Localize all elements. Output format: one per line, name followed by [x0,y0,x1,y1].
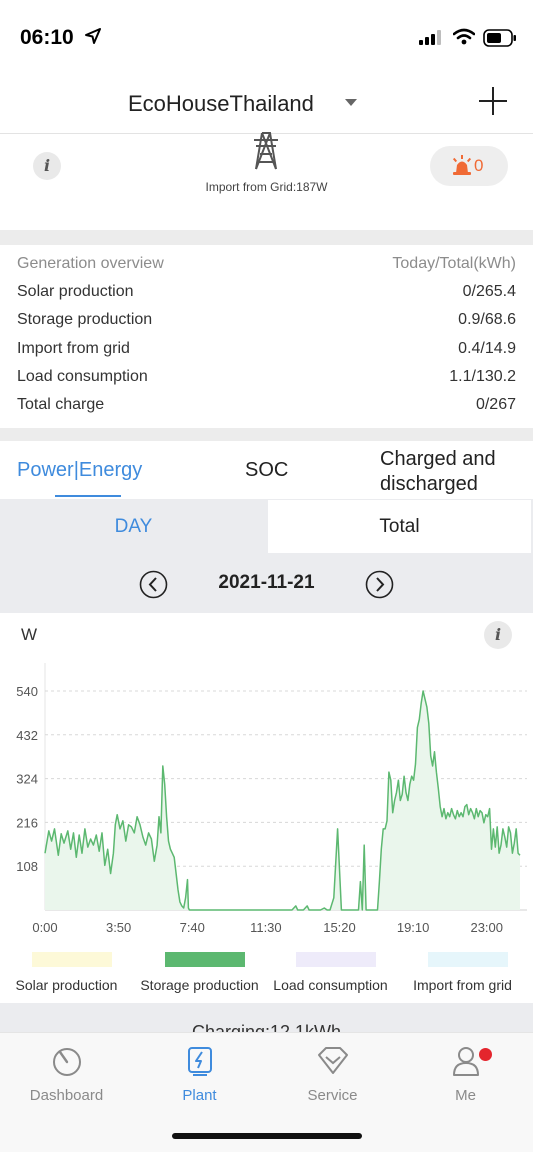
x-tick-label: 7:40 [180,920,205,935]
chart-tabs: Power|Energy SOC Charged and discharged [0,441,533,499]
row-value: 0.4/14.9 [458,340,516,357]
next-day-button[interactable] [365,570,394,599]
row-label: Total charge [17,396,105,413]
diamond-icon [318,1047,348,1074]
tab-power-energy[interactable]: Power|Energy [17,459,142,482]
wifi-icon [453,28,475,45]
tab-soc[interactable]: SOC [245,459,288,482]
nav-label: Me [455,1087,476,1104]
caret-down-icon[interactable] [345,99,357,107]
legend-swatch [32,952,112,967]
power-chart-plot: 108 216 324 432 540 0:00 3:50 7:40 11:30 15:20 19:… [16,663,527,935]
x-tick-label: 19:10 [397,920,430,935]
legend-swatch [296,952,376,967]
segment-total[interactable]: Total [268,500,531,553]
info-icon[interactable]: i [33,152,61,180]
battery-icon [483,29,516,47]
x-tick-label: 11:30 [250,920,282,935]
divider [0,230,533,245]
divider [0,428,533,441]
location-arrow-icon [85,28,101,44]
generation-overview: Generation overview Today/Total(kWh) Sol… [0,245,533,428]
overview-row-storage: Storage production 0.9/68.6 [17,307,516,335]
add-plant-button[interactable] [479,87,507,115]
plant-bolt-icon [188,1047,212,1076]
row-label: Import from grid [17,340,130,357]
home-indicator [172,1133,362,1139]
legend-label: Storage production [140,977,259,993]
gauge-icon [53,1048,81,1076]
chart-legend: Solar production Storage production Load… [0,952,533,998]
active-tab-indicator [55,495,121,497]
nav-label: Plant [182,1087,217,1104]
plant-selector[interactable]: EcoHouseThailand [128,91,314,117]
overview-heading: Generation overview [17,255,164,272]
y-tick-label: 540 [16,684,38,699]
legend-swatch [165,952,245,967]
overview-row-solar: Solar production 0/265.4 [17,279,516,307]
nav-label: Dashboard [29,1087,104,1104]
x-tick-label: 23:00 [470,920,503,935]
user-icon [453,1047,479,1076]
y-tick-label: 108 [16,859,38,874]
app-header: EcoHouseThailand [0,80,533,134]
row-value: 1.1/130.2 [449,368,516,385]
row-value: 0.9/68.6 [458,311,516,328]
x-tick-label: 3:50 [106,920,131,935]
alarm-siren-icon [452,155,472,175]
x-tick-label: 15:20 [323,920,356,935]
segment-day[interactable]: DAY [2,501,265,553]
x-tick-label: 0:00 [32,920,57,935]
storage-area-fill [45,691,520,910]
overview-header: Generation overview Today/Total(kWh) [17,251,516,279]
selected-date[interactable]: 2021-11-21 [0,572,533,594]
row-value: 0/267 [475,396,516,413]
overview-row-import: Import from grid 0.4/14.9 [17,336,516,364]
clock: 06:10 [20,26,74,49]
overview-row-charge: Total charge 0/267 [17,392,516,420]
tab-label-line1: Charged and [380,448,496,470]
row-label: Solar production [17,283,134,300]
app-screen: 06:10 EcoHouseThailand i Import from Gri… [0,0,533,1152]
y-tick-label: 432 [16,728,38,743]
alarm-count: 0 [474,156,484,175]
legend-label: Solar production [15,977,118,993]
status-bar: 06:10 [0,0,533,80]
power-chart: W i 108 216 324 432 540 0:00 3:50 7:40 11:30 15:2… [0,613,533,1003]
cellular-signal-icon [419,30,441,45]
overview-units: Today/Total(kWh) [392,255,516,272]
power-tower-icon [254,132,278,170]
nav-label: Service [307,1087,358,1104]
power-flow-summary: i Import from Grid:187W 0 [0,132,533,230]
y-tick-label: 216 [16,815,38,830]
date-navigator: 2021-11-21 [0,555,533,613]
legend-label: Load consumption [273,977,388,993]
alarm-button[interactable]: 0 [430,146,508,186]
charging-summary: Charging:12.1kWh [0,1003,533,1035]
legend-label: Import from grid [413,977,512,993]
row-label: Storage production [17,311,153,328]
period-segment: DAY Total [0,499,533,555]
notification-badge [479,1048,492,1061]
y-tick-label: 324 [16,772,38,787]
row-value: 0/265.4 [462,283,516,300]
row-label: Load consumption [17,368,148,385]
overview-row-load: Load consumption 1.1/130.2 [17,364,516,392]
legend-swatch [428,952,508,967]
tab-label-line2: discharged [380,473,478,495]
tab-charged-discharged[interactable]: Charged and discharged [380,447,496,497]
